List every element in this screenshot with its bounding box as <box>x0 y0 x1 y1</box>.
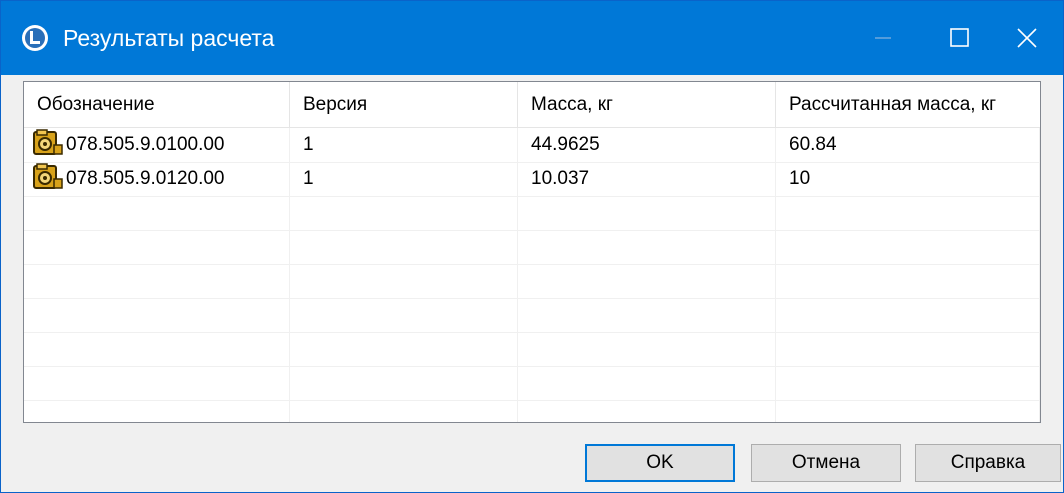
designation-text: 078.505.9.0120.00 <box>66 168 225 189</box>
empty-row <box>24 196 1040 231</box>
maximize-button[interactable] <box>921 1 993 75</box>
table-header: Обозначение Версия Масса, кг Рассчитанна… <box>24 82 1040 128</box>
close-icon <box>1017 28 1037 48</box>
empty-cell <box>518 332 776 366</box>
empty-cell <box>24 230 290 264</box>
window-title: Результаты расчета <box>63 25 275 51</box>
empty-cell <box>776 264 1040 298</box>
column-header-designation[interactable]: Обозначение <box>24 82 290 127</box>
designation-cell: 078.505.9.0100.00 <box>24 128 290 162</box>
results-dialog: Результаты расчета Обозначение Версия Ма… <box>0 0 1064 493</box>
empty-cell <box>776 230 1040 264</box>
version-cell: 1 <box>290 128 518 162</box>
empty-cell <box>776 332 1040 366</box>
version-cell: 1 <box>290 162 518 196</box>
close-button[interactable] <box>991 1 1063 75</box>
mass-cell: 10.037 <box>518 162 776 196</box>
calculated-mass-cell: 60.84 <box>776 128 1040 162</box>
calculated-mass-cell: 10 <box>776 162 1040 196</box>
title-bar[interactable]: Результаты расчета <box>1 1 1063 75</box>
empty-cell <box>776 298 1040 332</box>
minimize-icon <box>875 37 891 39</box>
empty-cell <box>24 298 290 332</box>
empty-cell <box>24 400 290 422</box>
ok-button[interactable]: OK <box>585 444 735 482</box>
column-header-mass[interactable]: Масса, кг <box>518 82 776 127</box>
empty-row <box>24 264 1040 299</box>
help-button[interactable]: Справка <box>915 444 1061 482</box>
empty-cell <box>518 196 776 230</box>
empty-cell <box>24 196 290 230</box>
cancel-button[interactable]: Отмена <box>751 444 901 482</box>
assembly-icon <box>32 129 64 157</box>
maximize-icon <box>950 28 969 47</box>
empty-cell <box>776 366 1040 400</box>
empty-cell <box>24 264 290 298</box>
empty-cell <box>518 264 776 298</box>
empty-cell <box>24 332 290 366</box>
empty-cell <box>290 366 518 400</box>
empty-cell <box>518 400 776 422</box>
designation-text: 078.505.9.0100.00 <box>66 134 225 155</box>
column-header-version[interactable]: Версия <box>290 82 518 127</box>
mass-cell: 44.9625 <box>518 128 776 162</box>
designation-cell: 078.505.9.0120.00 <box>24 162 290 196</box>
empty-cell <box>290 230 518 264</box>
empty-cell <box>290 264 518 298</box>
empty-cell <box>290 332 518 366</box>
results-table[interactable]: Обозначение Версия Масса, кг Рассчитанна… <box>23 81 1041 423</box>
table-row[interactable]: 078.505.9.0120.00 1 10.037 10 <box>24 162 1040 197</box>
empty-cell <box>290 196 518 230</box>
minimize-button[interactable] <box>847 1 919 75</box>
column-header-calculated-mass[interactable]: Рассчитанная масса, кг <box>776 82 1040 127</box>
app-logo-icon <box>21 24 49 52</box>
empty-cell <box>290 400 518 422</box>
empty-row <box>24 230 1040 265</box>
table-row[interactable]: 078.505.9.0100.00 1 44.9625 60.84 <box>24 128 1040 163</box>
empty-cell <box>518 230 776 264</box>
assembly-icon <box>32 163 64 191</box>
empty-cell <box>518 366 776 400</box>
empty-cell <box>24 366 290 400</box>
empty-cell <box>290 298 518 332</box>
empty-row <box>24 400 1040 422</box>
empty-cell <box>518 298 776 332</box>
empty-row <box>24 332 1040 367</box>
empty-cell <box>776 196 1040 230</box>
empty-row <box>24 366 1040 401</box>
empty-cell <box>776 400 1040 422</box>
empty-row <box>24 298 1040 333</box>
